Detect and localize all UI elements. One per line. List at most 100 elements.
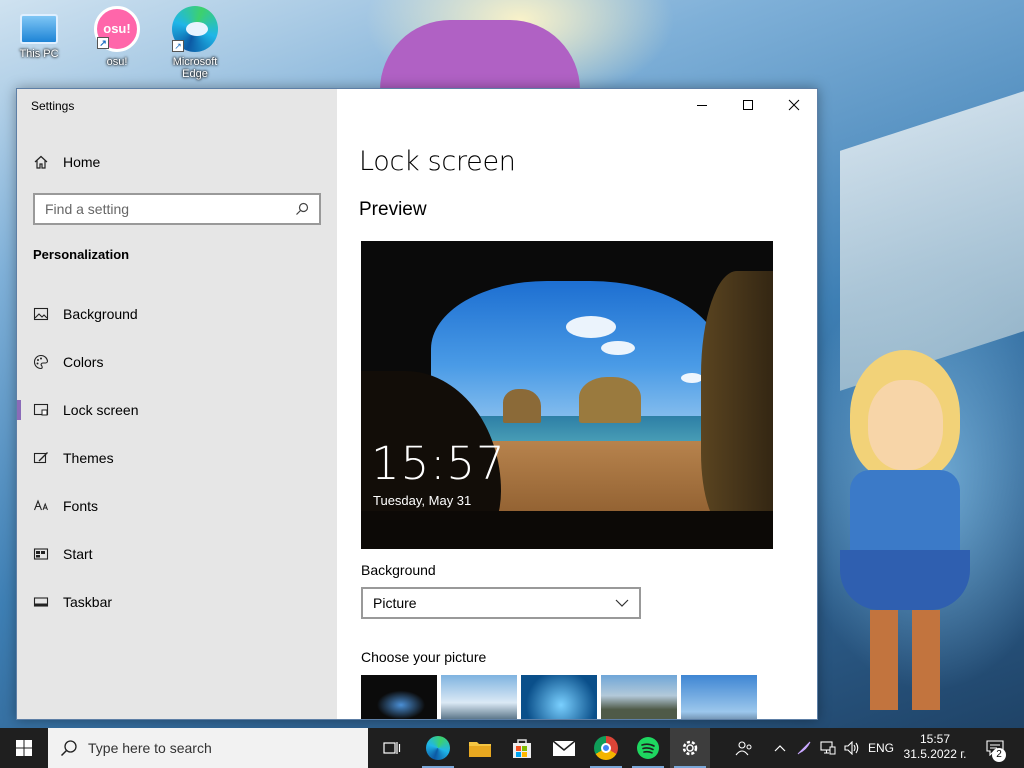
- picture-thumbnail[interactable]: [601, 675, 677, 719]
- taskbar-mail[interactable]: [544, 728, 584, 768]
- home-icon: [34, 155, 48, 169]
- picture-thumbnail[interactable]: [521, 675, 597, 719]
- taskbar-settings[interactable]: [670, 728, 710, 768]
- settings-content: Lock screen Preview 15:57 Tuesday, May 3…: [337, 89, 817, 719]
- network-icon: [820, 741, 836, 755]
- lock-screen-icon: [33, 403, 49, 416]
- taskbar: Type here to search ENG 15:57 31.5.2022 …: [0, 728, 1024, 768]
- language-indicator[interactable]: ENG: [866, 728, 896, 768]
- wallpaper-character-hair: [380, 20, 580, 90]
- desktop-icon-label: osu!: [106, 56, 128, 68]
- mail-icon: [552, 740, 576, 756]
- show-hidden-icons-button[interactable]: [770, 728, 790, 768]
- sidebar-item-label: Fonts: [63, 498, 99, 514]
- sidebar-item-label: Themes: [63, 450, 114, 466]
- section-title: Personalization: [33, 247, 130, 262]
- sidebar-item-background[interactable]: Background: [17, 292, 337, 336]
- preview-date: Tuesday, May 31: [373, 493, 472, 508]
- gear-icon: [682, 740, 698, 756]
- chevron-up-icon: [774, 745, 786, 752]
- search-icon: [296, 202, 309, 215]
- minimize-icon: [697, 105, 707, 106]
- shortcut-arrow-icon: ↗: [97, 37, 109, 49]
- preview-time: 15:57: [371, 437, 506, 490]
- picture-thumbnail[interactable]: [441, 675, 517, 719]
- desktop-icon-label: This PC: [19, 48, 59, 60]
- picture-thumbnail[interactable]: [681, 675, 757, 719]
- clock-date: 31.5.2022 г.: [903, 747, 967, 761]
- palette-icon: [33, 354, 49, 370]
- sidebar-item-label: Background: [63, 306, 138, 322]
- search-icon: [60, 740, 77, 757]
- sidebar-item-fonts[interactable]: Fonts: [17, 484, 337, 528]
- sidebar-item-lock-screen[interactable]: Lock screen: [17, 388, 337, 432]
- taskbar-icon: [33, 597, 49, 607]
- store-icon: [513, 739, 531, 758]
- windows-logo-icon: [16, 740, 32, 756]
- clock-time: 15:57: [919, 732, 951, 746]
- fonts-icon: [33, 499, 48, 511]
- network-button[interactable]: [818, 728, 838, 768]
- osu-icon: osu! ↗: [94, 6, 140, 52]
- start-icon: [33, 548, 49, 560]
- task-view-icon: [383, 742, 401, 754]
- taskbar-chrome[interactable]: [586, 728, 626, 768]
- speaker-icon: [844, 741, 859, 755]
- themes-icon: [33, 452, 48, 464]
- notification-count-badge: 2: [992, 748, 1006, 762]
- settings-window: Settings Home Personalization Background…: [16, 88, 818, 720]
- taskbar-clock[interactable]: 15:57 31.5.2022 г.: [900, 732, 970, 762]
- window-title: Settings: [31, 99, 75, 113]
- taskbar-search-placeholder: Type here to search: [88, 740, 212, 756]
- close-icon: [788, 99, 800, 111]
- taskbar-spotify[interactable]: [628, 728, 668, 768]
- background-label: Background: [361, 562, 436, 578]
- desktop-icon-edge[interactable]: ↗ Microsoft Edge: [160, 6, 230, 80]
- desktop-icon-this-pc[interactable]: This PC: [4, 6, 74, 60]
- people-button[interactable]: [730, 728, 758, 768]
- start-button[interactable]: [0, 728, 48, 768]
- volume-button[interactable]: [842, 728, 862, 768]
- sidebar-item-label: Start: [63, 546, 93, 562]
- close-button[interactable]: [771, 89, 817, 121]
- preview-heading: Preview: [359, 199, 427, 220]
- desktop-icon-osu[interactable]: osu! ↗ osu!: [82, 6, 152, 68]
- sidebar-item-themes[interactable]: Themes: [17, 436, 337, 480]
- choose-picture-label: Choose your picture: [361, 649, 487, 665]
- sidebar-item-label: Lock screen: [63, 402, 139, 418]
- picture-thumbnail[interactable]: [361, 675, 437, 719]
- edge-icon: ↗: [172, 6, 218, 52]
- chrome-icon: [594, 736, 618, 760]
- maximize-icon: [743, 100, 753, 110]
- find-setting-input[interactable]: [45, 201, 295, 217]
- task-view-button[interactable]: [372, 728, 412, 768]
- spotify-icon: [637, 737, 659, 759]
- taskbar-edge[interactable]: [418, 728, 458, 768]
- background-dropdown[interactable]: Picture: [361, 587, 641, 619]
- sidebar-item-taskbar[interactable]: Taskbar: [17, 580, 337, 624]
- taskbar-search-box[interactable]: Type here to search: [48, 728, 368, 768]
- picture-thumbnails: [361, 675, 757, 719]
- maximize-button[interactable]: [725, 89, 771, 121]
- lock-screen-preview: 15:57 Tuesday, May 31: [361, 241, 773, 549]
- taskbar-file-explorer[interactable]: [460, 728, 500, 768]
- computer-icon: [20, 14, 58, 44]
- edge-icon: [426, 736, 450, 760]
- desktop-icon-label: Microsoft Edge: [172, 56, 218, 80]
- osu-icon-badge: osu!: [103, 21, 131, 36]
- background-dropdown-value: Picture: [373, 595, 417, 611]
- pen-button[interactable]: [794, 728, 814, 768]
- taskbar-microsoft-store[interactable]: [502, 728, 542, 768]
- nav-home[interactable]: Home: [33, 151, 100, 173]
- nav-home-label: Home: [63, 154, 101, 170]
- sidebar-item-label: Colors: [63, 354, 104, 370]
- sidebar-item-start[interactable]: Start: [17, 532, 337, 576]
- people-icon: [735, 741, 752, 756]
- find-setting-search[interactable]: [33, 193, 321, 225]
- folder-icon: [469, 742, 491, 757]
- page-title: Lock screen: [359, 146, 516, 177]
- minimize-button[interactable]: [679, 89, 725, 121]
- language-label: ENG: [867, 741, 894, 755]
- sidebar-item-label: Taskbar: [63, 594, 113, 610]
- sidebar-item-colors[interactable]: Colors: [17, 340, 337, 384]
